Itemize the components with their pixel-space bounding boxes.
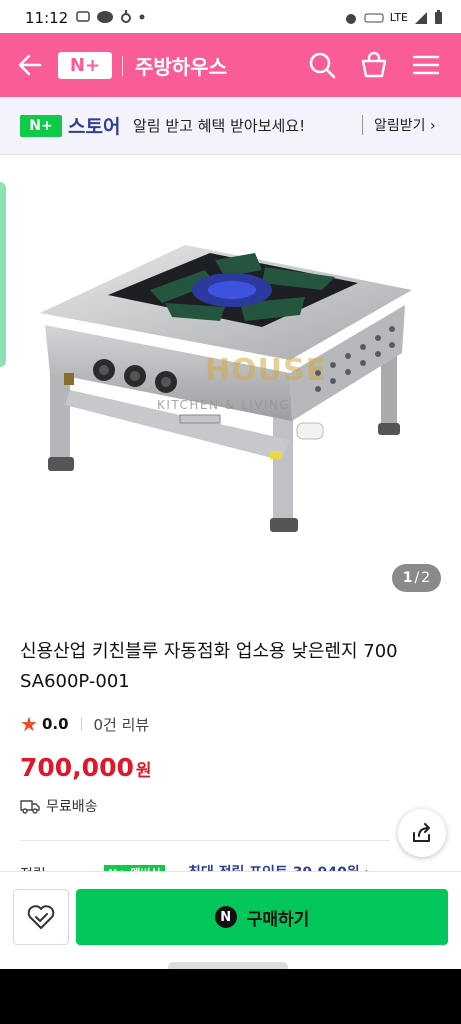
price-unit: 원 <box>135 761 152 781</box>
notify-button[interactable]: 알림받기 › <box>374 115 436 135</box>
status-right-icons: LTE <box>344 10 443 25</box>
rating-row[interactable]: ★ 0.0 0건 리뷰 <box>20 712 150 736</box>
image-counter-separator: / <box>414 570 420 586</box>
bottom-action-bar: N 구매하기 <box>0 871 461 964</box>
message-icon <box>76 11 90 22</box>
search-icon[interactable] <box>306 49 338 81</box>
naver-plus-logo[interactable]: N+ <box>58 52 112 79</box>
app-header: N+ 주방하우스 <box>0 33 461 97</box>
star-icon: ★ <box>20 712 38 736</box>
status-time: 11:12 <box>25 9 69 27</box>
section-divider <box>20 840 390 841</box>
image-counter-total: 2 <box>421 570 431 586</box>
battery-icon <box>435 10 442 24</box>
wishlist-button[interactable] <box>13 889 69 945</box>
product-title: 신용산업 키친블루 자동점화 업소용 낮은렌지 700 SA600P-001 <box>20 641 398 692</box>
menu-icon[interactable] <box>410 49 442 81</box>
shipping-label: 무료배송 <box>46 799 98 815</box>
settings-icon <box>121 10 131 23</box>
naver-pay-icon: N <box>214 906 237 928</box>
price: 700,000 원 <box>20 753 152 782</box>
back-arrow-icon[interactable] <box>14 49 46 81</box>
price-value: 700,000 <box>20 753 134 782</box>
shipping-info: 무료배송 <box>20 796 98 816</box>
share-button[interactable] <box>398 809 446 857</box>
signal-icon <box>415 11 427 24</box>
talk-icon <box>97 11 113 23</box>
alarm-icon <box>345 13 356 24</box>
image-counter: 1 / 2 <box>392 564 441 592</box>
volte-icon <box>364 13 384 22</box>
notification-banner[interactable]: N+ 스토어 알림 받고 혜택 받아보세요! 알림받기 › <box>0 97 461 155</box>
status-bar: 11:12 LTE <box>0 0 461 33</box>
buy-button[interactable]: N 구매하기 <box>76 889 448 945</box>
buy-label: 구매하기 <box>246 909 310 930</box>
system-nav-bar <box>0 969 461 1024</box>
watermark-main: HOUSE <box>205 353 328 388</box>
rating-score: 0.0 <box>41 715 69 733</box>
status-left-icons <box>76 10 146 24</box>
banner-text: 알림 받고 혜택 받아보세요! <box>133 117 306 135</box>
side-drawer-handle[interactable] <box>0 182 6 367</box>
image-counter-current: 1 <box>402 570 413 586</box>
banner-divider <box>362 115 363 135</box>
delivery-truck-icon <box>20 800 40 814</box>
dot-icon <box>139 14 145 20</box>
store-label: 스토어 <box>68 116 121 138</box>
header-separator <box>122 56 123 76</box>
heart-check-icon <box>27 905 55 929</box>
review-count[interactable]: 0건 리뷰 <box>94 714 150 735</box>
rating-divider <box>80 717 82 731</box>
lte-icon: LTE <box>389 11 408 24</box>
naver-plus-badge: N+ <box>20 115 62 137</box>
watermark-sub: KITCHEN & LIVING <box>157 398 291 412</box>
product-image-gallery[interactable]: HOUSE KITCHEN & LIVING <box>0 155 461 615</box>
store-title[interactable]: 주방하우스 <box>135 51 227 80</box>
share-icon <box>413 823 430 842</box>
product-image <box>40 245 412 532</box>
cart-icon[interactable] <box>358 49 390 81</box>
